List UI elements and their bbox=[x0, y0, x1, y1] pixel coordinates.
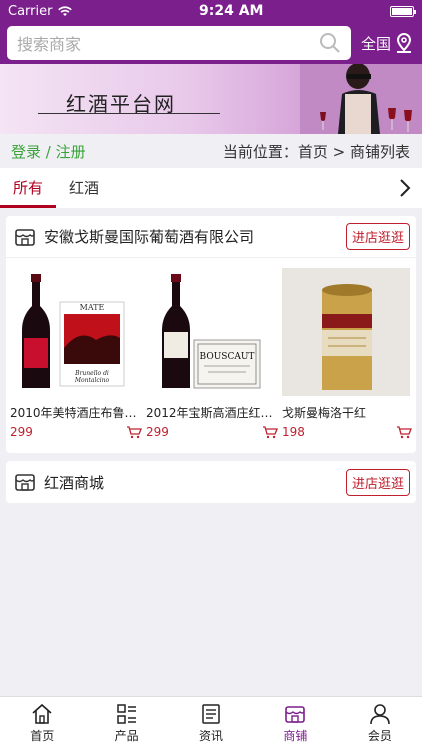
search-input[interactable]: 搜索商家 bbox=[7, 26, 351, 60]
search-placeholder: 搜索商家 bbox=[17, 35, 82, 54]
home-icon bbox=[32, 703, 52, 724]
product-price: 198 bbox=[282, 425, 305, 439]
nav-news[interactable]: 资讯 bbox=[169, 697, 253, 750]
region-selector[interactable]: 全国 bbox=[361, 32, 414, 54]
product-image bbox=[282, 268, 410, 396]
carrier-label: Carrier bbox=[8, 3, 53, 19]
product-price-row: 299 bbox=[10, 425, 142, 439]
shop-name: 红酒商城 bbox=[44, 473, 105, 492]
product-price: 299 bbox=[146, 425, 169, 439]
product-item[interactable]: 戈斯曼梅洛干红 198 bbox=[280, 268, 414, 439]
product-title: 2012年宝斯高酒庄红葡萄酒 bbox=[146, 406, 278, 420]
shop-header[interactable]: 安徽戈斯曼国际葡萄酒有限公司 进店逛逛 bbox=[6, 216, 416, 258]
shop-icon bbox=[15, 474, 35, 491]
nav-label: 资讯 bbox=[199, 729, 224, 743]
banner-divider bbox=[38, 113, 220, 114]
shop-header[interactable]: 红酒商城 进店逛逛 bbox=[6, 461, 416, 503]
bottom-nav: 首页 产品 资讯 商铺 会员 bbox=[0, 696, 422, 750]
region-label: 全国 bbox=[360, 34, 391, 53]
svg-text:Brunello di: Brunello di bbox=[74, 370, 109, 377]
cart-icon[interactable] bbox=[126, 425, 142, 439]
cart-icon[interactable] bbox=[396, 425, 412, 439]
product-list: MATE Brunello di Montalcino 2010年美特酒庄布鲁奈… bbox=[6, 258, 416, 453]
nav-label: 产品 bbox=[114, 729, 139, 743]
svg-text:Montalcino: Montalcino bbox=[74, 377, 110, 384]
tab-all[interactable]: 所有 bbox=[0, 168, 57, 208]
breadcrumb: 当前位置：首页 > 商铺列表 bbox=[222, 142, 410, 161]
product-price-row: 299 bbox=[146, 425, 278, 439]
status-left: Carrier bbox=[8, 3, 73, 19]
nav-products[interactable]: 产品 bbox=[84, 697, 168, 750]
category-tabs: 所有 红酒 bbox=[0, 168, 422, 208]
shop-card: 安徽戈斯曼国际葡萄酒有限公司 进店逛逛 MATE Brunello di Mon… bbox=[6, 216, 416, 453]
product-image: BOUSCAUT bbox=[146, 268, 274, 396]
product-label-text: BOUSCAUT bbox=[200, 352, 255, 362]
product-image: MATE Brunello di Montalcino bbox=[10, 268, 138, 396]
product-item[interactable]: BOUSCAUT 2012年宝斯高酒庄红葡萄酒 299 bbox=[144, 268, 280, 439]
wifi-icon bbox=[58, 5, 73, 16]
news-icon bbox=[202, 704, 220, 724]
nav-label: 首页 bbox=[30, 729, 55, 743]
top-bar: 搜索商家 全国 bbox=[0, 22, 422, 64]
login-bar: 登录 / 注册 当前位置：首页 > 商铺列表 bbox=[0, 134, 422, 168]
shop-name: 安徽戈斯曼国际葡萄酒有限公司 bbox=[44, 228, 255, 246]
user-icon bbox=[370, 704, 390, 725]
tab-red-wine[interactable]: 红酒 bbox=[56, 168, 112, 208]
product-price-row: 198 bbox=[282, 425, 412, 439]
search-icon[interactable] bbox=[319, 32, 341, 54]
status-bar: Carrier 9:24 AM bbox=[0, 0, 422, 22]
visit-shop-button[interactable]: 进店逛逛 bbox=[345, 223, 410, 250]
status-time: 9:24 AM bbox=[199, 3, 264, 19]
banner[interactable]: 红酒平台网 bbox=[0, 64, 422, 134]
product-item[interactable]: MATE Brunello di Montalcino 2010年美特酒庄布鲁奈… bbox=[8, 268, 144, 439]
visit-shop-button[interactable]: 进店逛逛 bbox=[345, 468, 410, 496]
login-register-link[interactable]: 登录 / 注册 bbox=[11, 141, 86, 162]
banner-wine-tasting-image bbox=[300, 64, 422, 134]
cart-icon[interactable] bbox=[262, 425, 278, 439]
location-pin-icon bbox=[396, 32, 412, 53]
product-title: 戈斯曼梅洛干红 bbox=[282, 406, 367, 420]
shop-icon bbox=[15, 228, 35, 246]
grid-list-icon bbox=[116, 704, 136, 724]
nav-label: 商铺 bbox=[283, 729, 308, 743]
chevron-right-icon[interactable] bbox=[398, 178, 412, 198]
nav-shops[interactable]: 商铺 bbox=[253, 697, 337, 750]
shop-card: 红酒商城 进店逛逛 bbox=[6, 461, 416, 503]
product-label-text: MATE bbox=[80, 303, 105, 312]
product-price: 299 bbox=[10, 425, 33, 439]
battery-icon bbox=[390, 5, 416, 17]
shop-icon bbox=[285, 706, 306, 723]
nav-member[interactable]: 会员 bbox=[338, 697, 422, 750]
product-title: 2010年美特酒庄布鲁奈罗红葡萄酒 bbox=[10, 406, 142, 420]
nav-label: 会员 bbox=[367, 729, 392, 743]
nav-home[interactable]: 首页 bbox=[0, 697, 84, 750]
